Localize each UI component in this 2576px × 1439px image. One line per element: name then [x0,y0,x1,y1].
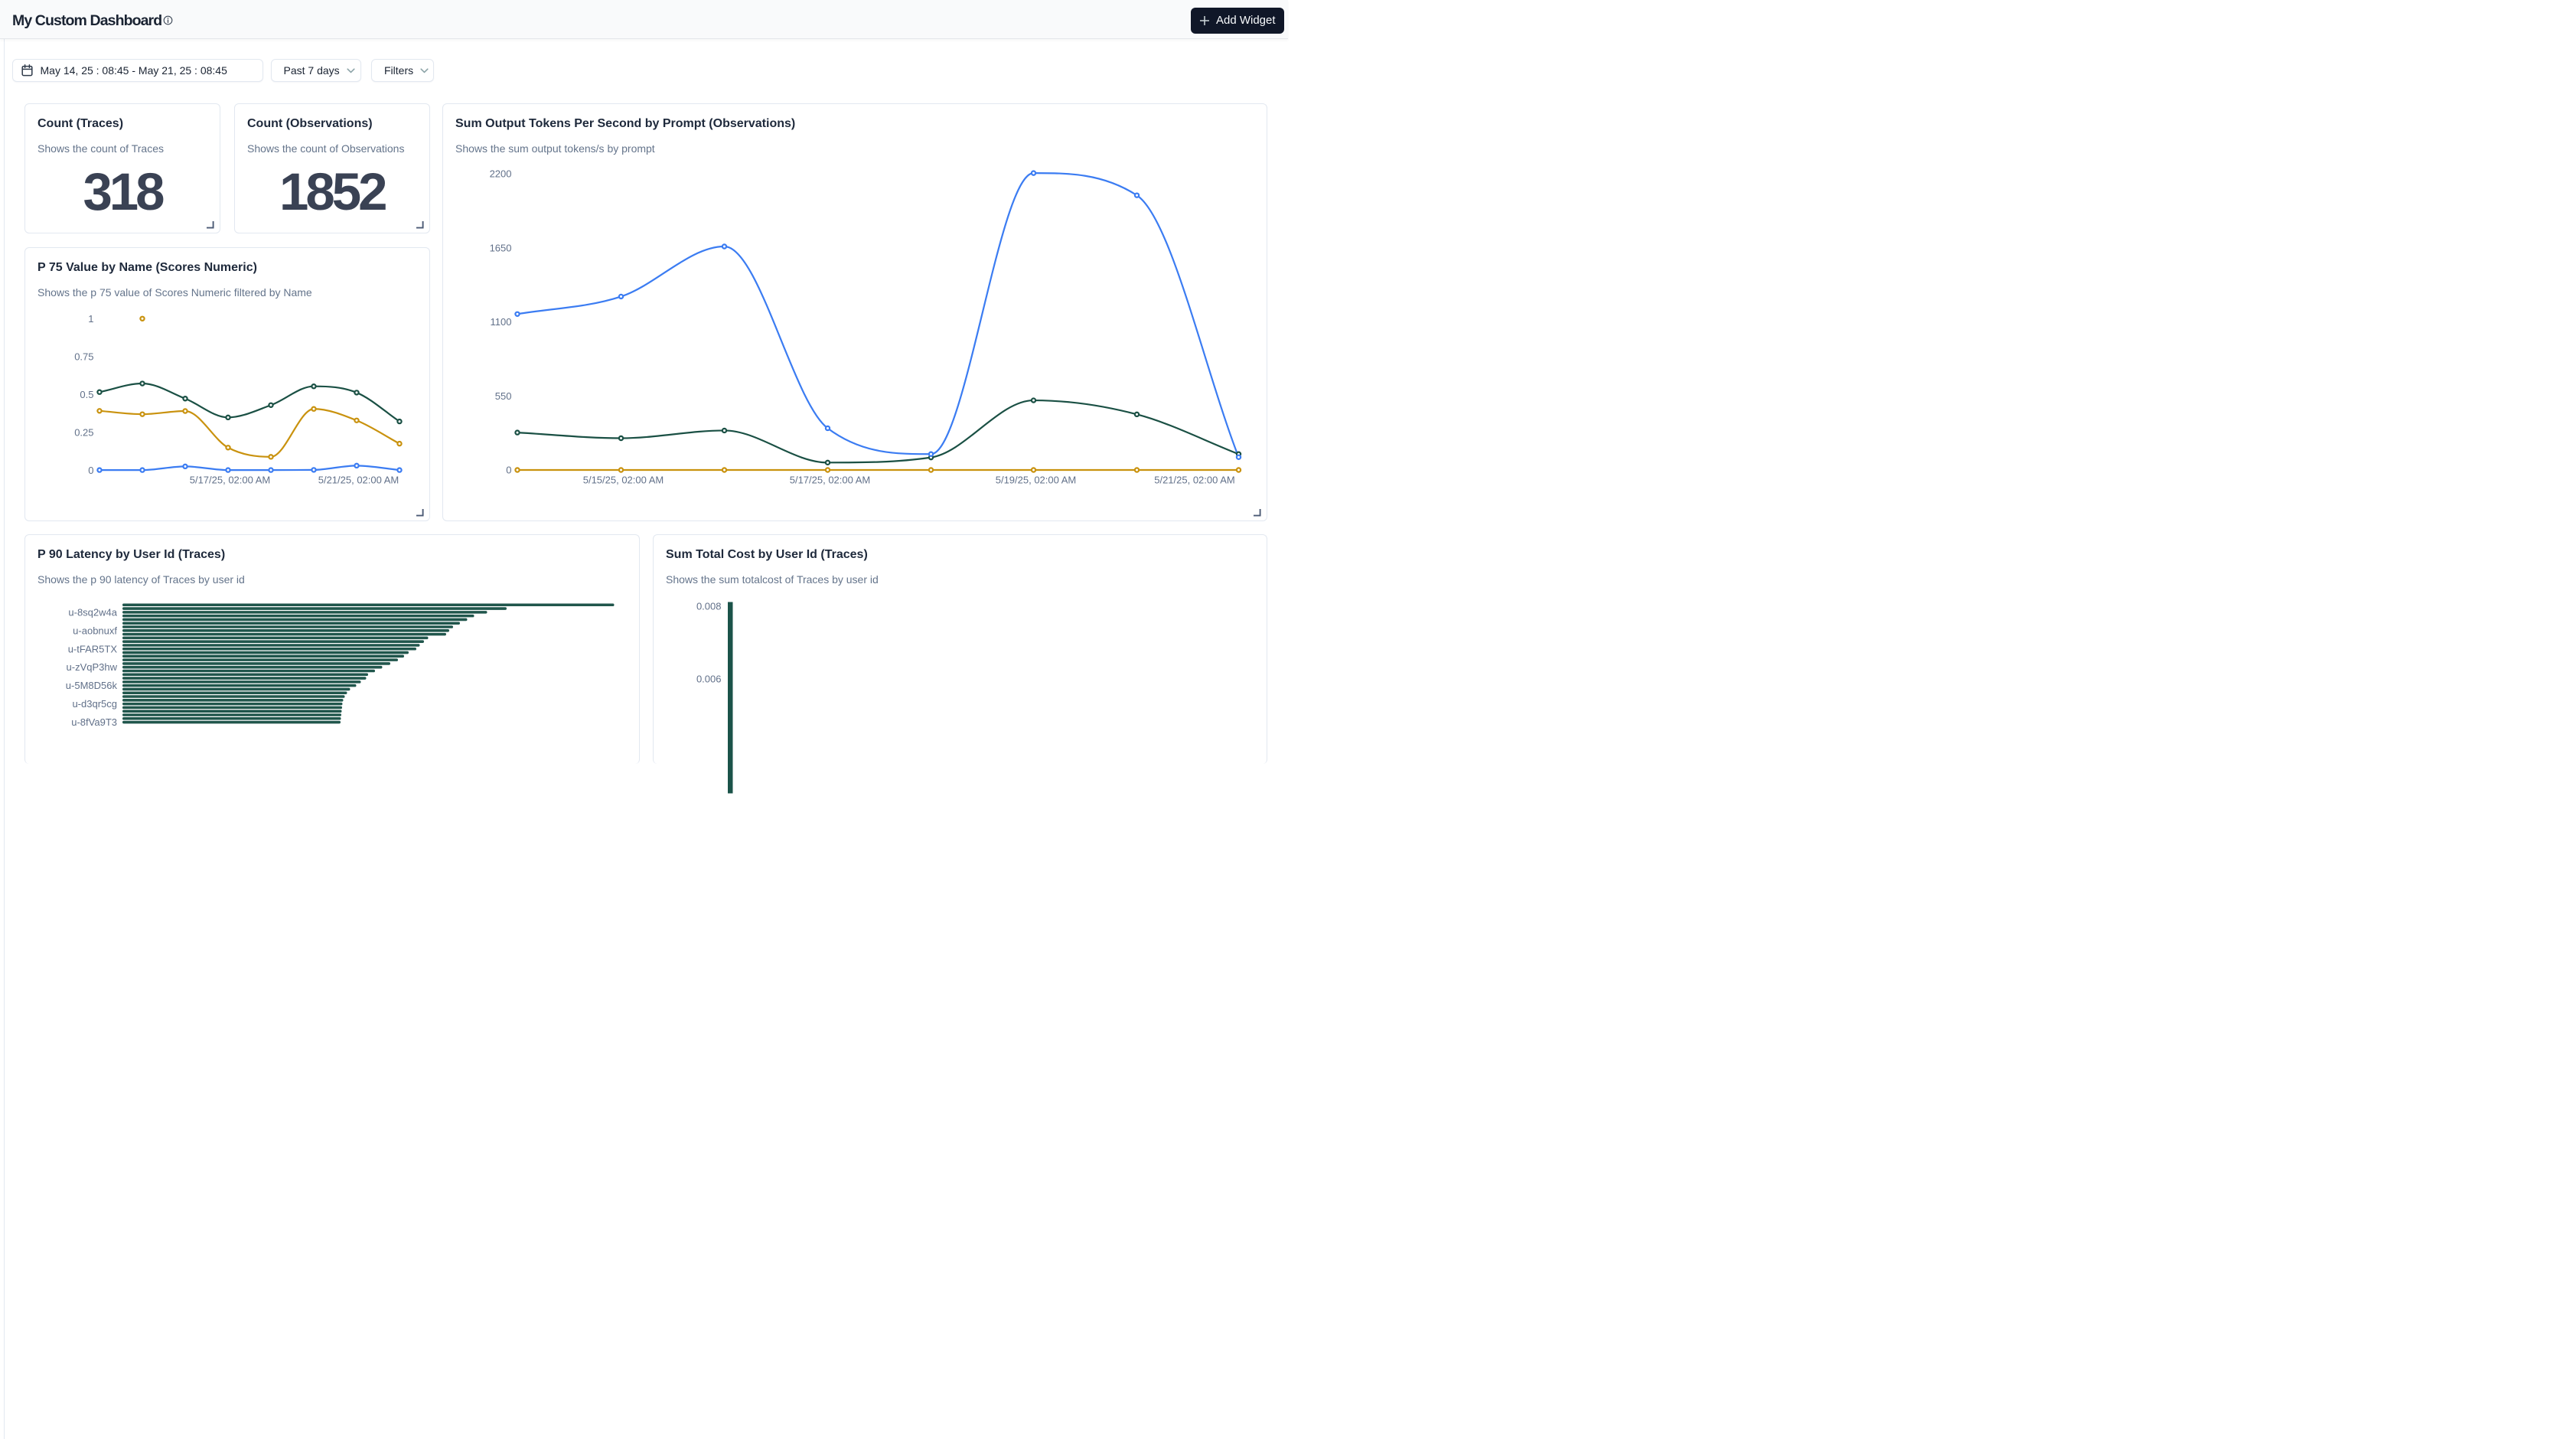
svg-text:5/17/25, 02:00 AM: 5/17/25, 02:00 AM [190,474,271,485]
svg-text:5/21/25, 02:00 AM: 5/21/25, 02:00 AM [1154,474,1235,485]
svg-text:0.006: 0.006 [696,673,722,684]
svg-text:2200: 2200 [490,168,512,180]
svg-text:0.008: 0.008 [696,601,722,612]
svg-text:5/21/25, 02:00 AM: 5/21/25, 02:00 AM [318,474,399,485]
svg-text:5/19/25, 02:00 AM: 5/19/25, 02:00 AM [996,474,1077,485]
svg-text:0: 0 [88,465,93,476]
svg-text:0: 0 [506,465,511,476]
svg-text:u-d3qr5cg: u-d3qr5cg [72,698,117,710]
svg-text:1100: 1100 [491,316,512,328]
svg-text:u-zVqP3hw: u-zVqP3hw [67,661,118,673]
svg-text:u-aobnuxf: u-aobnuxf [73,625,117,636]
svg-text:1650: 1650 [490,242,512,253]
svg-text:550: 550 [495,390,512,402]
svg-text:u-tFAR5TX: u-tFAR5TX [68,643,118,654]
svg-text:5/15/25, 02:00 AM: 5/15/25, 02:00 AM [583,474,664,485]
svg-text:5/17/25, 02:00 AM: 5/17/25, 02:00 AM [790,474,871,485]
svg-text:u-8fVa9T3: u-8fVa9T3 [71,716,117,728]
svg-text:u-8sq2w4a: u-8sq2w4a [68,606,117,618]
svg-text:u-5M8D56k: u-5M8D56k [66,680,118,691]
svg-text:0.75: 0.75 [74,351,93,362]
svg-text:0.25: 0.25 [74,426,93,438]
svg-text:0.5: 0.5 [80,389,93,400]
svg-text:1: 1 [88,313,93,325]
